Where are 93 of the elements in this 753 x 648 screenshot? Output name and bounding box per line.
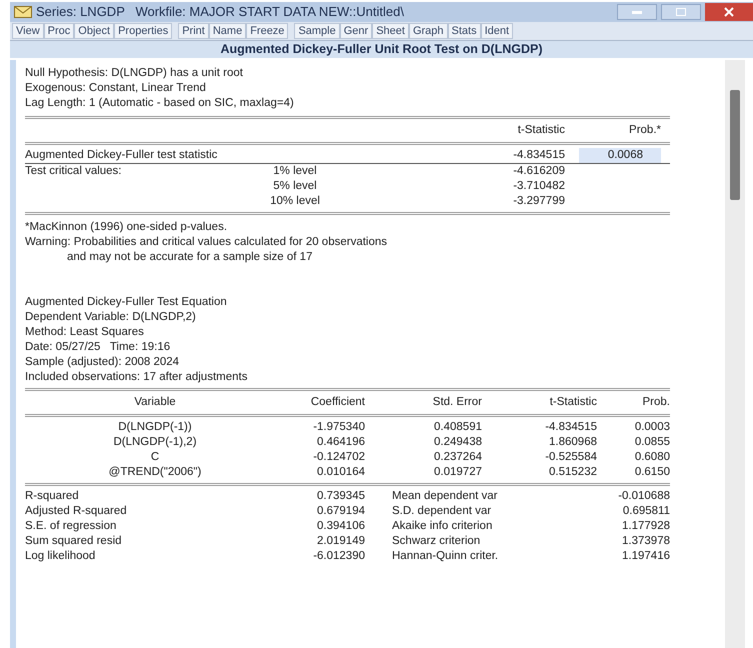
toolbar-button[interactable]: Sample [294,23,340,39]
toolbar-button[interactable]: Print [178,23,209,39]
table-cell-text: D(LNGDP(-1)) [117,420,193,435]
toolbar-button[interactable]: Sheet [372,23,409,39]
toolbar-button[interactable]: Proc [44,23,74,39]
table-cell-text: S.E. of regression [25,519,118,534]
table-cell-text: 1.373978 [621,534,670,549]
maximize-button[interactable] [661,4,701,20]
table-cell-text: -0.124702 [312,450,365,465]
table-cell-text: Akaike info criterion [391,519,494,534]
table-cell-text: -6.012390 [312,549,365,564]
table-cell-text: -1.975340 [312,420,365,435]
minimize-icon [632,10,642,14]
note-line: Warning: Probabilities and critical values calculated for 20 observations [25,235,388,250]
toolbar-button[interactable]: Ident [480,23,514,39]
toolbar-button[interactable]: View [12,23,44,39]
column-header: Std. Error [432,395,482,410]
table-cell-text: -4.616209 [512,164,565,179]
scrollbar-thumb[interactable] [730,90,740,200]
table-cell-text: C [150,450,160,465]
table-cell-text: -0.525584 [544,450,597,465]
toolbar-button[interactable]: Object [74,23,114,39]
equation-info-line: Method: Least Squares [25,325,145,340]
table-cell[interactable]: 0.0068 [579,148,661,163]
table-cell-text: 0.6150 [634,465,670,480]
table-cell-text: 0.739345 [316,489,365,504]
header-line: Exogenous: Constant, Linear Trend [25,81,207,96]
table-cell-text: 0.464196 [316,435,365,450]
table-cell-text: R-squared [25,489,80,504]
table-cell-text: 0.6080 [634,450,670,465]
header-line: Null Hypothesis: D(LNGDP) has a unit root [25,66,244,81]
table-cell-text: Augmented Dickey-Fuller test statistic [25,148,218,163]
table-cell-text: 0.695811 [622,504,670,519]
table-cell-text: 0.237264 [433,450,482,465]
table-cell-text: S.D. dependent var [391,504,492,519]
table-cell-text: Adjusted R-squared [25,504,128,519]
table-cell-text: 0.0003 [634,420,670,435]
table-cell-text: D(LNGDP(-1),2) [112,435,198,450]
table-cell-text: -4.834515 [512,148,565,163]
table-cell-text: 0.408591 [433,420,482,435]
column-header: Variable [133,395,177,410]
table-cell-text: 1.177928 [621,519,670,534]
table-cell-text: Schwarz criterion [391,534,482,549]
table-cell-text: 0.019727 [433,465,482,480]
table-cell-text: 0.394106 [316,519,365,534]
table-cell-text: -0.010688 [617,489,670,504]
window-title: Series: LNGDP Workfile: MAJOR START DATA NEW::Untitled\ [36,3,404,22]
equation-info-line: Sample (adjusted): 2008 2024 [25,355,180,370]
table-cell: Test critical values: [25,165,122,177]
toolbar-button[interactable]: Properties [114,23,172,39]
table-cell-text: 0.0855 [634,435,670,450]
header-line: Lag Length: 1 (Automatic - based on SIC, maxlag=4) [25,96,295,111]
toolbar-button[interactable]: Graph [408,23,448,39]
close-button[interactable] [705,3,753,21]
table-cell-text: 1.860968 [548,435,597,450]
table-cell-text: Log likelihood [25,549,96,564]
column-header: Coefficient [310,395,365,410]
equation-info-line: Date: 05/27/25 Time: 19:16 [25,340,172,355]
toolbar-button[interactable]: Genr [340,23,372,39]
output-heading: Augmented Dickey-Fuller Unit Root Test on D(LNGDP) [10,41,753,58]
table-cell-text: Mean dependent var [391,489,498,504]
column-header: Prob.* [628,123,661,138]
table-cell-text: 10% level [269,194,321,209]
note-line: *MacKinnon (1996) one-sided p-values. [25,220,228,235]
table-cell-text: 0.010164 [316,465,365,480]
toolbar-button[interactable]: Stats [448,23,481,39]
column-header: Prob. [642,395,670,410]
table-cell-text: 1.197416 [621,549,670,564]
table-cell-text: -4.834515 [544,420,597,435]
table-cell-text: 5% level [272,179,318,194]
table-cell-text: 1% level [272,164,318,179]
scrollbar[interactable] [725,60,745,648]
table-cell-text: -3.297799 [512,194,565,209]
close-icon [724,7,734,17]
minimize-button[interactable] [617,4,657,20]
equation-info-line: Augmented Dickey-Fuller Test Equation [25,295,228,310]
table-cell-text: 0.515232 [548,465,597,480]
table-cell-text: Sum squared resid [25,534,123,549]
table-cell-text: Hannan-Quinn criter. [391,549,500,564]
toolbar-button[interactable]: Name [208,23,246,39]
note-line: and may not be accurate for a sample size of 17 [66,250,314,265]
table-cell-text: 2.019149 [316,534,365,549]
column-header: t-Statistic [548,395,597,410]
table-cell-text: @TREND("2006") [108,465,202,480]
equation-info-line: Dependent Variable: D(LNGDP,2) [25,310,197,325]
table-cell-text: 0.679194 [316,504,365,519]
table-cell-text: 0.249438 [433,435,482,450]
column-header: t-Statistic [516,123,565,138]
table-cell-text: -3.710482 [512,179,565,194]
envelope-icon [14,6,32,18]
maximize-icon [676,8,686,16]
equation-info-line: Included observations: 17 after adjustments [25,370,248,385]
toolbar-button[interactable]: Freeze [246,23,288,39]
